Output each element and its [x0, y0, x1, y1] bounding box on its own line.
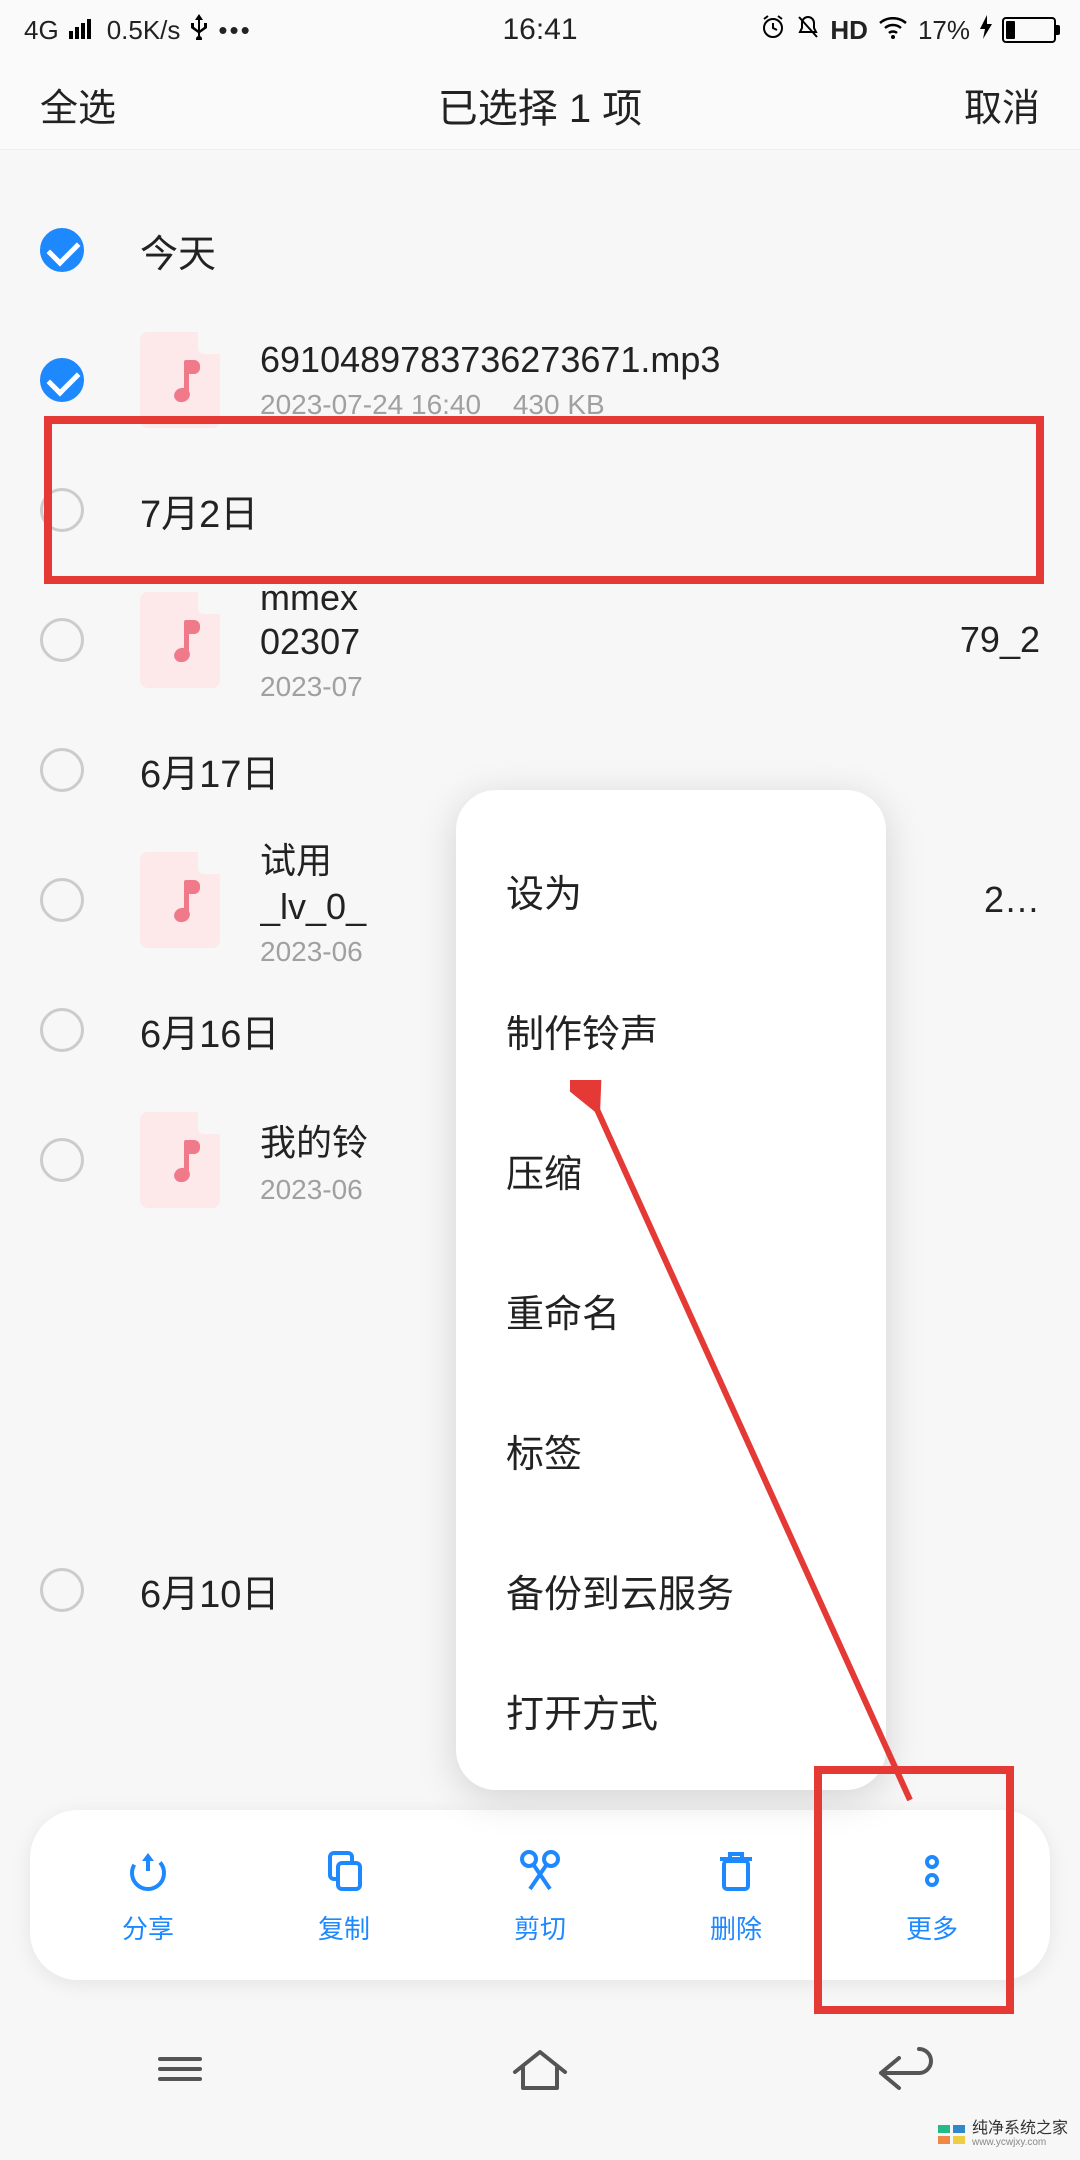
file-name-trail: 2…: [984, 879, 1040, 921]
status-time: 16:41: [502, 13, 577, 47]
file-name: mmex: [260, 577, 358, 618]
file-name-trail: 79_2: [960, 619, 1040, 661]
network-speed: 0.5K/s: [107, 15, 181, 46]
file-date: 2023-06: [260, 1174, 363, 1205]
watermark-title: 纯净系统之家: [972, 2121, 1068, 2137]
file-row[interactable]: mmex 02307 2023-07 79_2: [0, 570, 1080, 710]
file-checkbox[interactable]: [40, 358, 84, 402]
copy-button[interactable]: 复制: [318, 1845, 370, 1946]
nav-recent-button[interactable]: [135, 2039, 225, 2099]
watermark: 纯净系统之家 www.ycwjxy.com: [938, 2121, 1068, 2148]
mute-icon: [796, 14, 820, 47]
cut-label: 剪切: [514, 1909, 566, 1946]
group-checkbox[interactable]: [40, 1008, 84, 1052]
trash-icon: [710, 1845, 762, 1897]
wifi-icon: [878, 15, 908, 46]
group-label: 6月17日: [140, 743, 279, 798]
file-name: 6910489783736273671.mp3: [260, 339, 1040, 381]
file-size: 430 KB: [513, 389, 605, 420]
battery-percent: 17%: [918, 15, 970, 46]
more-dots-icon: •••: [218, 15, 251, 46]
menu-backup-cloud[interactable]: 备份到云服务: [456, 1520, 886, 1660]
alarm-icon: [760, 14, 786, 47]
file-checkbox[interactable]: [40, 618, 84, 662]
music-file-icon: [140, 1112, 220, 1208]
file-name-line2: 02307: [260, 621, 360, 662]
usb-icon: [190, 14, 208, 47]
file-checkbox[interactable]: [40, 1138, 84, 1182]
share-button[interactable]: 分享: [122, 1845, 174, 1946]
group-checkbox[interactable]: [40, 1568, 84, 1612]
nav-back-button[interactable]: [855, 2039, 945, 2099]
file-date: 2023-07-24 16:40: [260, 389, 481, 420]
select-all-button[interactable]: 全选: [40, 77, 116, 132]
action-toolbar: 分享 复制 剪切 删除 更多: [30, 1810, 1050, 1980]
selection-title: 已选择 1 项: [438, 76, 642, 134]
share-label: 分享: [122, 1909, 174, 1946]
signal-icon: [69, 15, 97, 46]
group-checkbox[interactable]: [40, 748, 84, 792]
battery-icon: [1002, 17, 1056, 43]
group-header-today[interactable]: 今天: [0, 190, 1080, 310]
menu-tag[interactable]: 标签: [456, 1380, 886, 1520]
file-name: 试用: [260, 840, 332, 881]
menu-compress[interactable]: 压缩: [456, 1100, 886, 1240]
nav-home-button[interactable]: [495, 2039, 585, 2099]
status-bar: 4G 0.5K/s ••• 16:41 HD 17%: [0, 0, 1080, 60]
menu-make-ringtone[interactable]: 制作铃声: [456, 960, 886, 1100]
watermark-logo-icon: [938, 2125, 966, 2145]
copy-icon: [318, 1845, 370, 1897]
group-label: 7月2日: [140, 483, 258, 538]
cancel-button[interactable]: 取消: [964, 77, 1040, 132]
delete-button[interactable]: 删除: [710, 1845, 762, 1946]
cut-icon: [514, 1845, 566, 1897]
group-header[interactable]: 7月2日: [0, 450, 1080, 570]
music-file-icon: [140, 592, 220, 688]
delete-label: 删除: [710, 1909, 762, 1946]
more-button[interactable]: 更多: [906, 1845, 958, 1946]
group-checkbox[interactable]: [40, 228, 84, 272]
charge-icon: [980, 15, 992, 46]
file-date: 2023-07: [260, 671, 363, 702]
music-file-icon: [140, 332, 220, 428]
menu-set-as[interactable]: 设为: [456, 820, 886, 960]
more-menu-popup: 设为 制作铃声 压缩 重命名 标签 备份到云服务 打开方式: [456, 790, 886, 1790]
network-type: 4G: [24, 15, 59, 46]
selection-header: 全选 已选择 1 项 取消: [0, 60, 1080, 150]
watermark-url: www.ycwjxy.com: [972, 2137, 1068, 2148]
more-label: 更多: [906, 1909, 958, 1946]
menu-rename[interactable]: 重命名: [456, 1240, 886, 1380]
group-label: 6月10日: [140, 1563, 279, 1618]
system-nav-bar: [0, 2024, 1080, 2114]
share-icon: [122, 1845, 174, 1897]
hd-indicator: HD: [830, 15, 868, 46]
file-row[interactable]: 6910489783736273671.mp3 2023-07-24 16:40…: [0, 310, 1080, 450]
file-name-line2: _lv_0_: [260, 886, 366, 927]
cut-button[interactable]: 剪切: [514, 1845, 566, 1946]
file-date: 2023-06: [260, 936, 363, 967]
music-file-icon: [140, 852, 220, 948]
group-label: 今天: [140, 223, 216, 278]
file-checkbox[interactable]: [40, 878, 84, 922]
copy-label: 复制: [318, 1909, 370, 1946]
more-icon: [906, 1845, 958, 1897]
group-checkbox[interactable]: [40, 488, 84, 532]
menu-open-with[interactable]: 打开方式: [456, 1660, 886, 1760]
group-label: 6月16日: [140, 1003, 279, 1058]
